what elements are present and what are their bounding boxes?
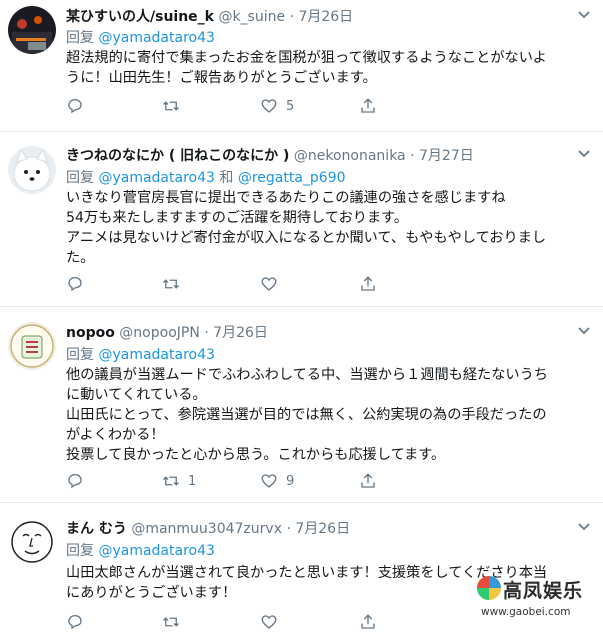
share-icon (361, 614, 375, 629)
reply-button[interactable] (66, 96, 92, 116)
display-name[interactable]: 某ひすいの人/suine_k (66, 9, 214, 25)
tweet-header: nopoo @nopooJPN · 7月26日 (66, 322, 268, 342)
retweet-icon (163, 617, 179, 627)
retweet-icon (163, 101, 179, 111)
reply-button[interactable] (66, 471, 92, 491)
tweet-text-line: に動いてくれている。 (66, 387, 207, 403)
display-name[interactable]: きつねのなにか ( 旧ねこのなにか ) (66, 148, 289, 164)
retweet-button[interactable] (162, 274, 188, 294)
tweet[interactable]: 某ひすいの人/suine_k @k_suine · 7月26日 回复 @yama… (0, 0, 603, 132)
chevron-down-icon[interactable] (577, 10, 591, 20)
watermark-title: 高凤娱乐 (503, 580, 584, 602)
separator: · (204, 325, 209, 341)
mention-link[interactable]: @yamadataro43 (98, 170, 214, 186)
mention-link[interactable]: @yamadataro43 (98, 347, 214, 363)
tweet-text: 他の議員が当選ムードでふわふわしてる中、当選から１週間も経たないうち に動いてく… (66, 365, 588, 465)
tweet-text: いきなり菅官房長官に提出できるあたりこの議連の強さを感じますね 54万も来たしま… (66, 188, 588, 268)
tweet-text-line: 山田氏にとって、参院選当選が目的では無く、公約実現の為の手段だったの (66, 407, 547, 423)
reply-icon (68, 98, 82, 114)
retweet-icon (163, 279, 179, 289)
reply-context: 回复 @yamadataro43 和 @regatta_p690 (66, 167, 346, 187)
chevron-down-icon[interactable] (577, 149, 591, 159)
share-button[interactable] (359, 96, 377, 116)
reply-prefix: 回复 (66, 170, 94, 186)
mention-link[interactable]: @yamadataro43 (98, 30, 214, 46)
watermark-logo-icon (477, 576, 501, 600)
share-icon (361, 98, 375, 113)
reply-context: 回复 @yamadataro43 (66, 540, 215, 560)
tweet-text: 超法規的に寄付で集まったお金を国税が狙って徴収するようなことがないよ うに！山田… (66, 48, 588, 88)
like-button[interactable]: 5 (260, 96, 294, 116)
reply-button[interactable] (66, 274, 92, 294)
user-handle[interactable]: @manmuu3047zurvx (131, 521, 282, 537)
tweet-text-line: 他の議員が当選ムードでふわふわしてる中、当選から１週間も経たないうち (66, 367, 548, 383)
reply-button[interactable] (66, 612, 92, 632)
heart-icon (261, 474, 277, 488)
share-icon (361, 276, 375, 291)
tweet-text-line: 投票して良かったと心から思う。これからも応援してます。 (66, 447, 446, 463)
avatar[interactable] (8, 6, 56, 54)
tweet-header: 某ひすいの人/suine_k @k_suine · 7月26日 (66, 6, 353, 26)
timestamp[interactable]: 7月27日 (419, 148, 474, 164)
tweet-text-line: た。 (66, 250, 95, 266)
share-button[interactable] (359, 612, 377, 632)
reply-icon (68, 614, 82, 630)
watermark-url: www.gaobei.com (481, 606, 571, 618)
tweet-header: まん むう @manmuu3047zurvx · 7月26日 (66, 518, 350, 538)
mention-link[interactable]: @yamadataro43 (98, 543, 214, 559)
chevron-down-icon[interactable] (577, 326, 591, 336)
tweet-text-line: うに！山田先生！ご報告ありがとうございます。 (66, 70, 377, 86)
separator: · (289, 9, 294, 25)
like-count: 5 (286, 98, 295, 114)
retweet-button[interactable] (162, 612, 188, 632)
reply-icon (68, 276, 82, 292)
user-handle[interactable]: @k_suine (218, 9, 285, 25)
like-button[interactable] (260, 274, 286, 294)
share-button[interactable] (359, 274, 377, 294)
timestamp[interactable]: 7月26日 (295, 521, 350, 537)
retweet-button[interactable]: 1 (162, 471, 196, 491)
display-name[interactable]: まん むう (66, 521, 127, 537)
tweet-text-line: 54万も来たしますますのご活躍を期待しております。 (66, 210, 409, 226)
tweet-text-line: 超法規的に寄付で集まったお金を国税が狙って徴収するようなことがないよ (66, 50, 547, 66)
reply-icon (68, 473, 82, 489)
mention-link[interactable]: @regatta_p690 (238, 170, 346, 186)
display-name[interactable]: nopoo (66, 325, 115, 341)
tweet-text-line: がよくわかる！ (66, 427, 165, 443)
avatar[interactable] (8, 322, 56, 370)
tweet[interactable]: きつねのなにか ( 旧ねこのなにか ) @nekononanika · 7月27… (0, 132, 603, 307)
retweet-count: 1 (188, 473, 197, 489)
user-handle[interactable]: @nopooJPN (119, 325, 200, 341)
tweet-text-line: いきなり菅官房長官に提出できるあたりこの議連の強さを感じますね (66, 190, 506, 206)
retweet-button[interactable] (162, 96, 188, 116)
retweet-icon (163, 476, 179, 486)
share-icon (361, 473, 375, 488)
tweet[interactable]: nopoo @nopooJPN · 7月26日 回复 @yamadataro43… (0, 307, 603, 503)
avatar[interactable] (8, 146, 56, 194)
like-count: 9 (286, 473, 295, 489)
reply-prefix: 回复 (66, 543, 94, 559)
user-handle[interactable]: @nekononanika (294, 148, 406, 164)
chevron-down-icon[interactable] (577, 522, 591, 532)
reply-prefix: 回复 (66, 347, 94, 363)
mention-joiner: 和 (219, 170, 234, 186)
tweet-header: きつねのなにか ( 旧ねこのなにか ) @nekononanika · 7月27… (66, 145, 474, 165)
separator: · (410, 148, 415, 164)
share-button[interactable] (359, 471, 377, 491)
heart-icon (261, 99, 277, 113)
tweet-text-line: アニメは見ないけど寄付金が収入になるとか聞いて、もやもやしておりまし (66, 230, 547, 246)
reply-context: 回复 @yamadataro43 (66, 27, 215, 47)
reply-prefix: 回复 (66, 30, 94, 46)
avatar[interactable] (8, 518, 56, 566)
heart-icon (261, 615, 277, 629)
like-button[interactable] (260, 612, 286, 632)
heart-icon (261, 277, 277, 291)
reply-context: 回复 @yamadataro43 (66, 344, 215, 364)
like-button[interactable]: 9 (260, 471, 294, 491)
timestamp[interactable]: 7月26日 (213, 325, 268, 341)
timestamp[interactable]: 7月26日 (298, 9, 353, 25)
separator: · (286, 521, 291, 537)
watermark: 高凤娱乐 www.gaobei.com (475, 572, 597, 630)
